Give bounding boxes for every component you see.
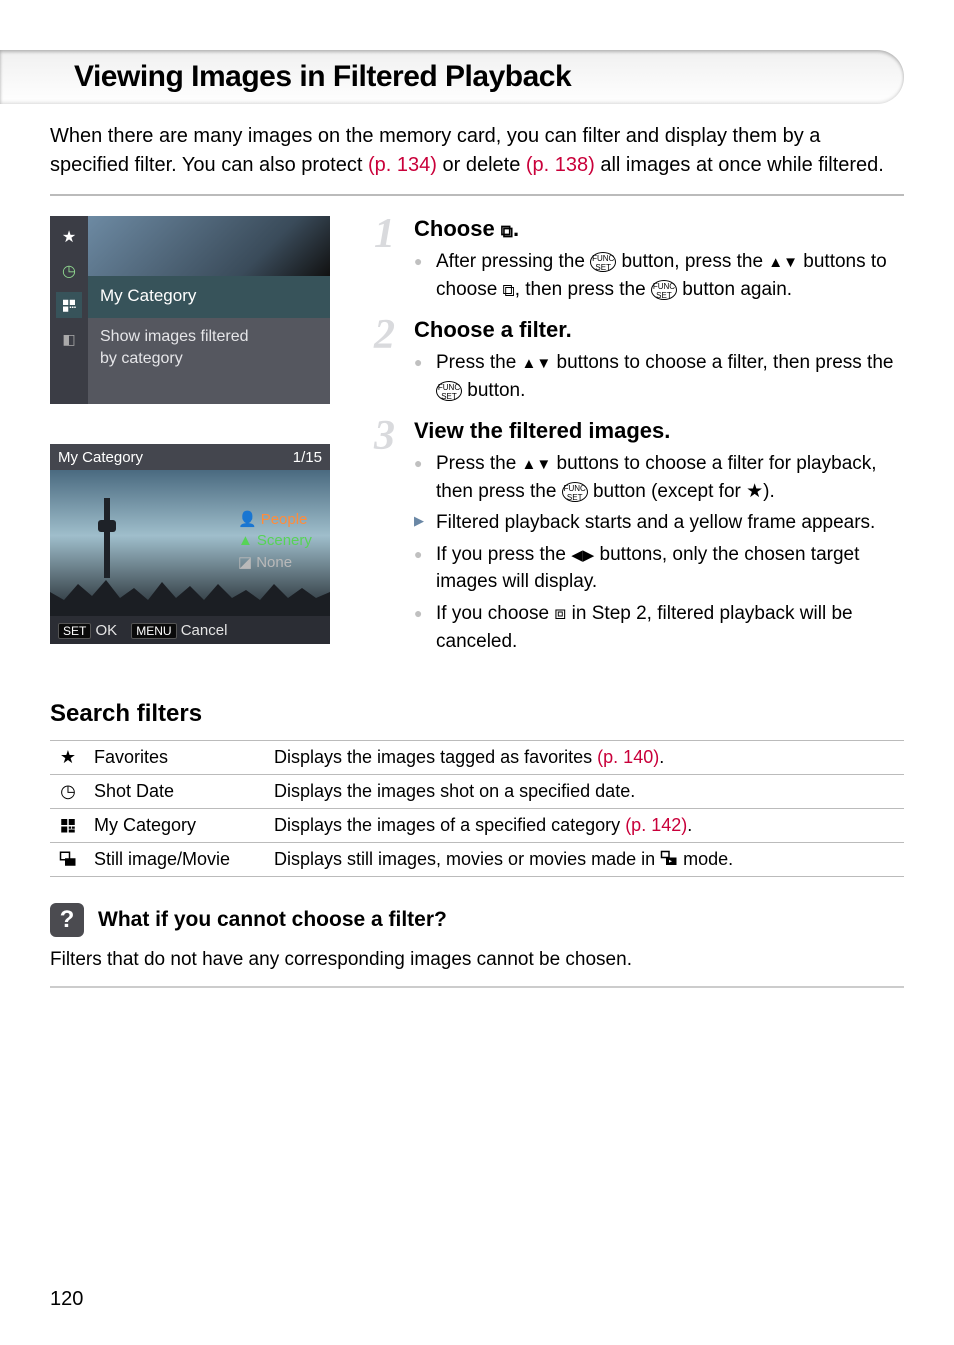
shot-date-icon: ◷ [50,775,86,809]
filter-playback-icon: ⧉ [503,281,515,300]
table-row: ◷ Shot Date Displays the images shot on … [50,775,904,809]
star-icon: ★ [746,481,763,502]
up-down-icon: ▲▼ [522,456,552,473]
filter-desc-line2: by category [100,348,318,370]
delete-page-link: (p. 138) [526,154,595,176]
func-set-icon: FUNCSET [562,482,588,502]
callout-divider [50,986,904,988]
shot-date-icon: ◷ [56,258,82,284]
tag-scenery: ▲Scenery [238,532,324,549]
step-2: 2 Choose a filter. Press the ▲▼ buttons … [374,317,904,404]
page-number: 120 [50,1288,83,1311]
filters-table: ★ Favorites Displays the images tagged a… [50,740,904,877]
func-set-icon: FUNCSET [590,252,616,272]
step-3-item-2: Filtered playback starts and a yellow fr… [414,509,904,537]
screenshot-filter-menu: ★ ◷ ◧ My Category Show images filtered b… [50,216,330,404]
screenshot-category-select: My Category 1/15 👤People ▲Scenery ◪None … [50,444,330,644]
intro-text-3: all images at once while filtered. [595,154,884,176]
callout-title: What if you cannot choose a filter? [98,908,447,932]
cancel-label: Cancel [181,622,228,639]
step-3: 3 View the filtered images. Press the ▲▼… [374,418,904,655]
page-title-bar: Viewing Images in Filtered Playback [0,50,904,104]
filter-name: Still image/Movie [86,843,266,877]
screenshots-column: ★ ◷ ◧ My Category Show images filtered b… [50,216,350,684]
func-set-icon: FUNCSET [436,381,462,401]
step-number-2: 2 [374,311,395,359]
tag-none: ◪None [238,553,324,571]
filter-playback-icon: ⧉ [501,222,513,241]
filter-desc: Displays the images shot on a specified … [266,775,904,809]
category-footer: SET OK MENU Cancel [50,616,330,644]
step-1-item-1: After pressing the FUNCSET button, press… [414,248,904,303]
step-number-3: 3 [374,412,395,460]
step-2-heading: Choose a filter. [414,317,904,343]
intro-text-2: or delete [437,154,526,176]
step-number-1: 1 [374,210,395,258]
filter-desc: Displays the images of a specified categ… [266,809,904,843]
selected-filter-label: My Category [88,276,330,318]
search-filters-heading: Search filters [50,700,904,728]
favorites-icon: ★ [50,741,86,775]
left-right-icon: ◀▶ [571,547,594,564]
page-link: (p. 140) [597,747,659,767]
up-down-icon: ▲▼ [768,254,798,271]
favorites-icon: ★ [56,224,82,250]
step-3-item-4: If you choose ⧈ in Step 2, filtered play… [414,600,904,655]
filter-icon-strip: ★ ◷ ◧ [50,216,88,404]
section-divider [50,194,904,196]
category-header-title: My Category [58,449,143,466]
steps-column: 1 Choose ⧉. After pressing the FUNCSET b… [374,216,904,684]
page-title: Viewing Images in Filtered Playback [74,60,880,94]
callout-body: Filters that do not have any correspondi… [50,947,904,974]
my-category-icon [56,292,82,318]
still-movie-icon: ◧ [56,326,82,352]
filter-desc: Displays the images tagged as favorites … [266,741,904,775]
filter-off-icon: ⧈ [554,603,566,624]
category-header: My Category 1/15 [50,444,330,470]
my-category-icon [50,809,86,843]
filter-desc-line1: Show images filtered [100,326,318,348]
page-link: (p. 142) [625,815,687,835]
filter-name: My Category [86,809,266,843]
filter-description: Show images filtered by category [88,318,330,404]
still-movie-icon [50,843,86,877]
step-3-item-3: If you press the ◀▶ buttons, only the ch… [414,541,904,596]
category-tags: 👤People ▲Scenery ◪None [238,506,324,575]
category-preview-image: 👤People ▲Scenery ◪None [50,470,330,616]
digest-mode-icon [660,849,678,869]
step-1: 1 Choose ⧉. After pressing the FUNCSET b… [374,216,904,303]
filter-name: Favorites [86,741,266,775]
intro-paragraph: When there are many images on the memory… [50,122,904,180]
step-2-item-1: Press the ▲▼ buttons to choose a filter,… [414,349,904,404]
step-1-heading: Choose ⧉. [414,216,904,242]
func-set-icon: FUNCSET [651,280,677,300]
protect-page-link: (p. 134) [368,154,437,176]
category-header-count: 1/15 [293,449,322,466]
menu-button-label: MENU [131,623,176,639]
table-row: ★ Favorites Displays the images tagged a… [50,741,904,775]
ok-label: OK [96,622,118,639]
tag-people: 👤People [238,510,324,528]
filter-name: Shot Date [86,775,266,809]
up-down-icon: ▲▼ [522,355,552,372]
thumbnail-preview [88,216,330,276]
question-mark-icon: ? [50,903,84,937]
tip-callout: ? What if you cannot choose a filter? Fi… [50,903,904,988]
set-button-label: SET [58,623,91,639]
step-3-heading: View the filtered images. [414,418,904,444]
table-row: My Category Displays the images of a spe… [50,809,904,843]
filter-desc: Displays still images, movies or movies … [266,843,904,877]
step-3-item-1: Press the ▲▼ buttons to choose a filter … [414,450,904,505]
table-row: Still image/Movie Displays still images,… [50,843,904,877]
